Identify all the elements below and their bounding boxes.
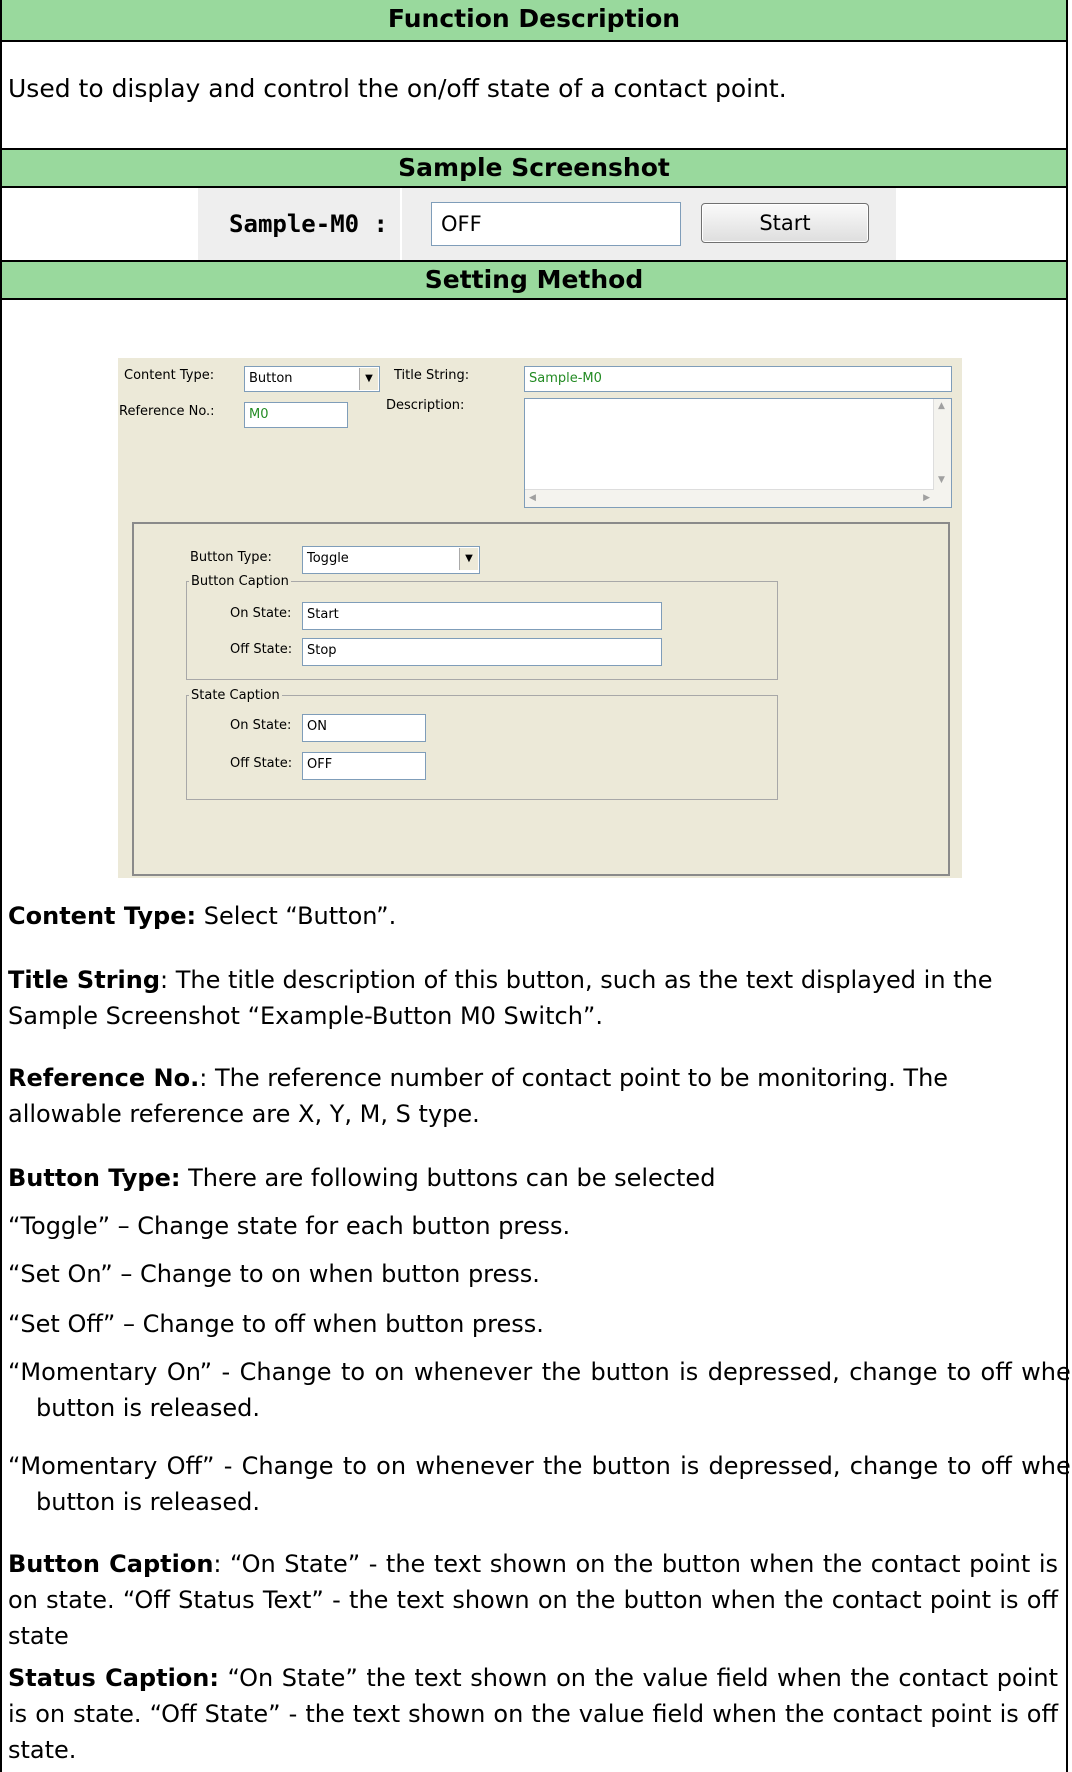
state-off-state-input[interactable]: OFF xyxy=(302,752,426,780)
button-type-paragraph: Button Type: There are following buttons… xyxy=(8,1160,1058,1196)
document: Function Description Used to display and… xyxy=(0,0,1072,1772)
section-title: Sample Screenshot xyxy=(398,153,670,182)
scroll-left-icon[interactable]: ◀ xyxy=(529,493,536,503)
description: There are following buttons can be selec… xyxy=(180,1164,716,1192)
sample-label: Sample-M0 : xyxy=(229,210,388,238)
term: Reference No. xyxy=(8,1064,200,1092)
button-type-label: Button Type: xyxy=(190,550,272,565)
button-on-state-label: On State: xyxy=(230,606,292,621)
title-string-label: Title String: xyxy=(394,368,470,383)
sample-divider xyxy=(400,188,402,260)
sample-screenshot: Sample-M0 : OFF Start xyxy=(2,188,1066,260)
button-type-value: Toggle xyxy=(307,551,349,566)
set-on-item: “Set On” – Change to on when button pres… xyxy=(8,1260,540,1288)
set-off-item: “Set Off” – Change to off when button pr… xyxy=(8,1310,544,1338)
horizontal-scrollbar[interactable]: ◀ ▶ xyxy=(525,489,934,507)
section-header-function-description: Function Description xyxy=(2,0,1066,42)
sample-start-button[interactable]: Start xyxy=(701,203,869,243)
term: Status Caption: xyxy=(8,1664,219,1692)
content-type-paragraph: Content Type: Select “Button”. xyxy=(8,898,1058,934)
content-type-label: Content Type: xyxy=(124,368,215,383)
button-settings-panel: Button Type: Toggle ▼ Button Caption On … xyxy=(132,522,950,876)
content-type-select[interactable]: Button ▼ xyxy=(244,366,380,392)
button-off-state-label: Off State: xyxy=(230,642,293,657)
scroll-up-icon[interactable]: ▲ xyxy=(938,401,945,411)
chevron-down-icon[interactable]: ▼ xyxy=(359,368,378,390)
state-on-state-label: On State: xyxy=(230,718,292,733)
vertical-scrollbar[interactable]: ▲ ▼ xyxy=(933,399,951,507)
section-title: Function Description xyxy=(387,4,681,33)
status-caption-paragraph: Status Caption: “On State” the text show… xyxy=(8,1660,1058,1768)
state-off-state-label: Off State: xyxy=(230,756,293,771)
title-string-input[interactable]: Sample-M0 xyxy=(524,366,952,392)
description: Select “Button”. xyxy=(196,902,397,930)
section-header-sample-screenshot: Sample Screenshot xyxy=(2,148,1066,188)
reference-paragraph: Reference No.: The reference number of c… xyxy=(8,1060,1058,1132)
momentary-on-item: “Momentary On” - Change to on whenever t… xyxy=(8,1358,1072,1422)
state-caption-legend: State Caption xyxy=(191,688,280,703)
content-type-value: Button xyxy=(249,371,293,386)
state-caption-group: State Caption xyxy=(186,688,778,800)
button-off-state-input[interactable]: Stop xyxy=(302,638,662,666)
chevron-down-icon[interactable]: ▼ xyxy=(459,548,478,570)
description-textarea[interactable]: ▲ ▼ ◀ ▶ xyxy=(524,398,952,508)
reference-label: Reference No.: xyxy=(119,404,215,419)
section-header-setting-method: Setting Method xyxy=(2,260,1066,300)
term: Content Type: xyxy=(8,902,197,930)
sample-value-field[interactable]: OFF xyxy=(431,202,681,246)
momentary-off-item: “Momentary Off” - Change to on whenever … xyxy=(8,1452,1072,1516)
state-on-state-input[interactable]: ON xyxy=(302,714,426,742)
description-label: Description: xyxy=(386,398,465,413)
title-string-paragraph: Title String: The title description of t… xyxy=(8,962,1058,1034)
toggle-item: “Toggle” – Change state for each button … xyxy=(8,1212,571,1240)
button-on-state-input[interactable]: Start xyxy=(302,602,662,630)
scroll-right-icon[interactable]: ▶ xyxy=(923,493,930,503)
button-caption-legend: Button Caption xyxy=(191,574,289,589)
section-title: Setting Method xyxy=(424,265,644,294)
term: Button Type: xyxy=(8,1164,181,1192)
term: Title String xyxy=(8,966,161,994)
button-caption-paragraph: Button Caption: “On State” - the text sh… xyxy=(8,1546,1058,1654)
reference-input[interactable]: M0 xyxy=(244,402,348,428)
settings-dialog: Content Type: Button ▼ Title String: Sam… xyxy=(118,358,962,878)
term: Button Caption xyxy=(8,1550,214,1578)
function-description-text: Used to display and control the on/off s… xyxy=(8,74,787,103)
scroll-down-icon[interactable]: ▼ xyxy=(938,475,945,485)
button-type-select[interactable]: Toggle ▼ xyxy=(302,546,480,574)
